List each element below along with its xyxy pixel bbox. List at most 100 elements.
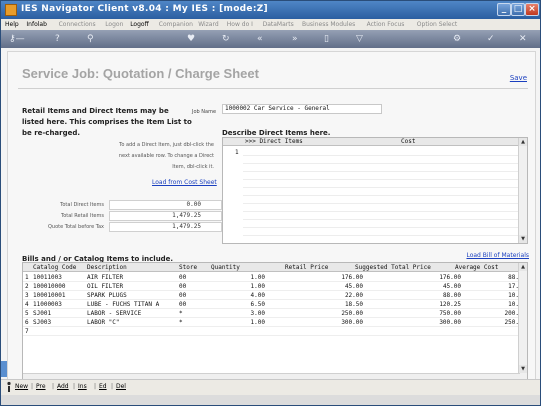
separator: | xyxy=(111,383,114,390)
search-icon[interactable]: ⚲ xyxy=(87,33,94,45)
confirm-icon[interactable]: ✓ xyxy=(487,33,495,45)
title-bar: IES Navigator Client v8.04 : My IES : [m… xyxy=(1,1,540,19)
maximize-button[interactable]: □ xyxy=(511,3,525,16)
cell-total: 88.00 xyxy=(442,292,461,299)
cell-code: 11000003 xyxy=(33,301,62,308)
cell-retail: 300.00 xyxy=(341,319,363,326)
table-row[interactable]: 6 SJ003 LABOR "C" * 1.00 300.00 300.00 250. xyxy=(23,318,520,327)
document-icon[interactable]: ▯ xyxy=(324,33,329,45)
cell-store: * xyxy=(179,319,183,326)
cell-store: 00 xyxy=(179,301,187,308)
status-bar xyxy=(1,395,540,405)
cell-store: * xyxy=(179,310,183,317)
add-button[interactable]: Add xyxy=(57,383,69,390)
row-number: 1 xyxy=(235,149,239,156)
refresh-icon[interactable]: ↻ xyxy=(222,33,230,45)
app-window: IES Navigator Client v8.04 : My IES : [m… xyxy=(0,0,541,406)
ed-button[interactable]: Ed xyxy=(99,383,107,390)
exit-icon[interactable]: ✕ xyxy=(519,33,527,45)
table-row[interactable]: 5 SJ001 LABOR - SERVICE * 3.00 250.00 750.00 20… xyxy=(23,309,520,318)
help-icon[interactable]: ? xyxy=(55,33,60,45)
cell-desc: SPARK PLUGS xyxy=(87,292,127,299)
minimize-button[interactable]: _ xyxy=(497,3,511,16)
direct-items-heading: Describe Direct Items here. xyxy=(222,129,331,137)
column-header-store: Store xyxy=(179,264,198,271)
menu-item-companion: Companion xyxy=(158,21,193,28)
cell-total: 750.00 xyxy=(439,310,461,317)
cell-desc: LABOR - SERVICE xyxy=(87,310,142,317)
grid-line xyxy=(243,203,519,204)
grid-line xyxy=(243,171,519,172)
menu-item-datamarts: DataMarts xyxy=(262,21,294,28)
table-row[interactable]: 7 xyxy=(23,327,520,336)
cell-avg: 10. xyxy=(508,301,519,308)
cell-store: 00 xyxy=(179,292,187,299)
info-icon[interactable] xyxy=(5,381,13,393)
ins-button[interactable]: Ins xyxy=(78,383,87,390)
key-icon[interactable]: ⚷— xyxy=(9,33,25,45)
cell-n: 5 xyxy=(25,310,29,317)
column-header-catalog-code: Catalog Code xyxy=(33,264,77,271)
job-name-field[interactable]: 1000002 Car Service - General xyxy=(222,104,382,114)
column-header-retail-price: Retail Price xyxy=(285,264,329,271)
table-row[interactable]: 2 100010000 OIL FILTER 00 1.00 45.00 45.00 17. xyxy=(23,282,520,291)
direct-items-scrollbar[interactable]: ▲ ▼ xyxy=(518,138,527,243)
forward-icon[interactable]: » xyxy=(292,33,298,45)
settings-icon[interactable]: ⚙ xyxy=(453,33,461,45)
cell-qty: 1.00 xyxy=(250,319,265,326)
total-direct-value: 0.00 xyxy=(109,200,222,210)
menu-item-how-do-i: How do I xyxy=(226,21,253,28)
items-grid[interactable]: Catalog Code Description Store Quantity … xyxy=(22,262,528,381)
menu-item-option-select: Option Select xyxy=(416,21,458,28)
menu-item-help[interactable]: Help xyxy=(5,19,19,30)
column-header-suggested-total: Suggested Total Price xyxy=(355,264,431,271)
cell-desc: OIL FILTER xyxy=(87,283,124,290)
side-panel-tab[interactable] xyxy=(1,361,7,377)
cell-qty: 4.00 xyxy=(250,292,265,299)
separator: | xyxy=(73,383,76,390)
direct-items-grid[interactable]: >>> Direct Items Cost 1 ▲ ▼ xyxy=(222,137,528,244)
new-button[interactable]: New xyxy=(15,383,28,390)
cell-n: 4 xyxy=(25,301,29,308)
scroll-down-icon[interactable]: ▼ xyxy=(519,365,527,373)
del-button[interactable]: Del xyxy=(116,383,126,390)
total-retail-label: Total Retail Items xyxy=(61,213,104,219)
load-bill-of-materials-link[interactable]: Load Bill of Materials xyxy=(466,252,529,259)
quote-total-label: Quote Total before Tax xyxy=(48,224,104,230)
column-header-description: Description xyxy=(87,264,127,271)
load-cost-sheet-link[interactable]: Load from Cost Sheet xyxy=(152,179,217,186)
app-icon xyxy=(5,4,17,16)
scroll-up-icon[interactable]: ▲ xyxy=(519,138,527,146)
separator: | xyxy=(52,383,55,390)
toolbar: ⚷— ? ⚲ ♥ ↻ « » ▯ ▽ ⚙ ✓ ✕ xyxy=(1,30,540,48)
favorite-icon[interactable]: ♥ xyxy=(187,33,195,45)
cell-code: 100010001 xyxy=(33,292,66,299)
back-icon[interactable]: « xyxy=(257,33,263,45)
table-row[interactable]: 1 10011003 AIR FILTER 00 1.00 176.00 176.00 88. xyxy=(23,273,520,282)
title-divider xyxy=(18,88,528,89)
cell-retail: 176.00 xyxy=(341,274,363,281)
cell-total: 176.00 xyxy=(439,274,461,281)
menu-item-logoff[interactable]: Logoff xyxy=(130,19,149,30)
grid-line xyxy=(243,187,519,188)
grid-line xyxy=(243,227,519,228)
direct-items-header-row: >>> Direct Items Cost xyxy=(223,138,519,146)
table-row[interactable]: 3 100010001 SPARK PLUGS 00 4.00 22.00 88.00 10. xyxy=(23,291,520,300)
menu-item-infolab[interactable]: Infolab xyxy=(26,19,47,30)
totals-panel: Total Direct Items 0.00 Total Retail Ite… xyxy=(26,200,222,233)
cell-retail: 18.50 xyxy=(344,301,363,308)
cell-desc: AIR FILTER xyxy=(87,274,124,281)
table-row[interactable]: 4 11000003 LUBE - FUCHS TITAN A 00 6.50 18.50… xyxy=(23,300,520,309)
scroll-up-icon[interactable]: ▲ xyxy=(519,263,527,271)
bookmark-icon[interactable]: ▽ xyxy=(356,33,363,45)
cell-code: SJ003 xyxy=(33,319,52,326)
scroll-down-icon[interactable]: ▼ xyxy=(519,235,527,243)
cell-store: 00 xyxy=(179,283,187,290)
pre-button[interactable]: Pre xyxy=(36,383,46,390)
items-scrollbar[interactable]: ▲ ▼ xyxy=(518,263,527,380)
cell-retail: 45.00 xyxy=(344,283,363,290)
direct-item-hint: To add a Direct Item, just dbl-click the… xyxy=(118,142,214,170)
column-header-direct-items: >>> Direct Items xyxy=(245,138,303,145)
close-button[interactable]: × xyxy=(525,3,539,16)
save-link[interactable]: Save xyxy=(510,74,527,82)
